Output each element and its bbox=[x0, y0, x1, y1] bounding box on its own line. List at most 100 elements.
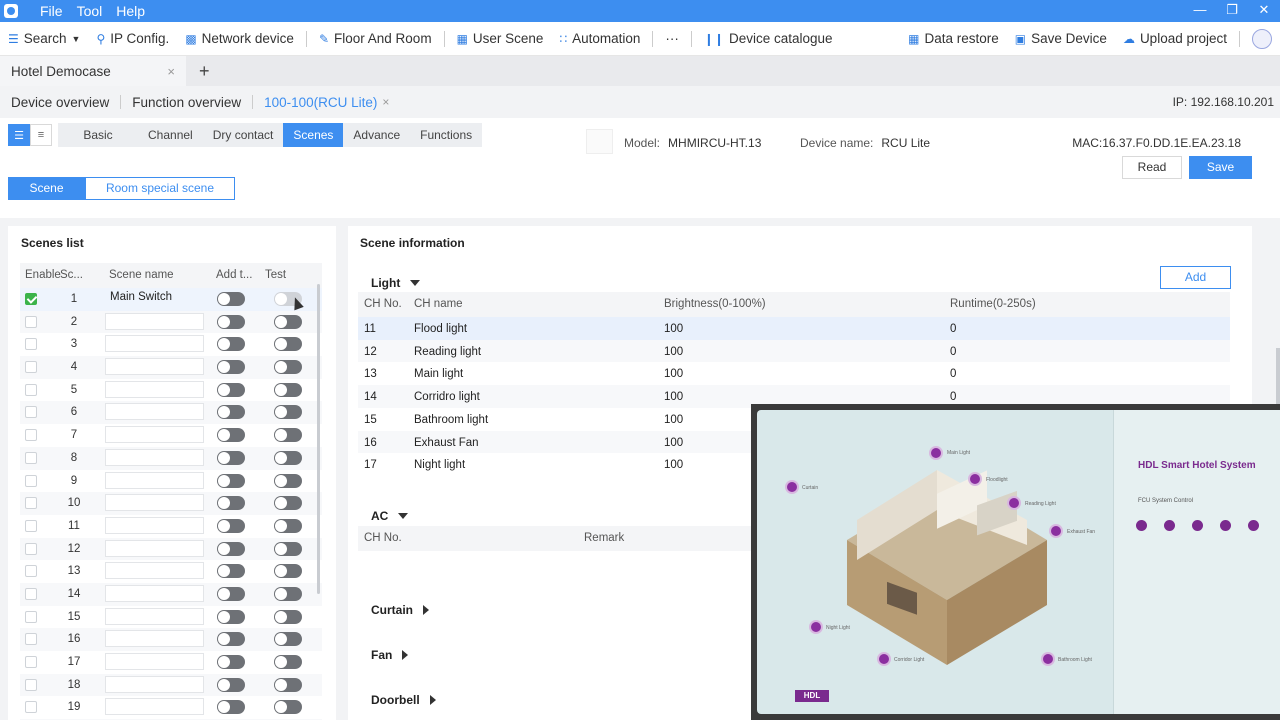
scene-name-input[interactable] bbox=[105, 539, 204, 557]
scene-name-input[interactable]: Main Switch bbox=[105, 290, 204, 307]
enable-checkbox[interactable] bbox=[25, 610, 37, 623]
maximize-icon[interactable]: ❐ bbox=[1216, 0, 1248, 22]
add-to-toggle[interactable] bbox=[217, 405, 245, 420]
room-special-scene-option[interactable]: Room special scene bbox=[85, 177, 235, 200]
test-toggle[interactable] bbox=[274, 677, 302, 692]
light-runtime[interactable]: 0 bbox=[950, 391, 956, 403]
light-row[interactable]: 11 Flood light 100 0 bbox=[358, 317, 1230, 340]
scene-name-input[interactable] bbox=[105, 607, 204, 625]
enable-checkbox[interactable] bbox=[25, 565, 37, 578]
minimize-icon[interactable]: — bbox=[1184, 0, 1216, 22]
tab-functions[interactable]: Functions bbox=[410, 123, 482, 147]
scene-option[interactable]: Scene bbox=[8, 177, 85, 200]
scene-name-input[interactable] bbox=[105, 312, 204, 330]
scene-name-input[interactable] bbox=[105, 358, 204, 376]
add-to-toggle[interactable] bbox=[217, 564, 245, 579]
light-brightness[interactable]: 100 bbox=[664, 437, 683, 449]
add-to-toggle[interactable] bbox=[217, 382, 245, 397]
test-toggle[interactable] bbox=[274, 382, 302, 397]
add-to-toggle[interactable] bbox=[217, 450, 245, 465]
save-button[interactable]: Save bbox=[1189, 156, 1252, 179]
scene-row[interactable]: 11 bbox=[20, 515, 322, 538]
scene-row[interactable]: 9 bbox=[20, 470, 322, 493]
close-window-icon[interactable]: ✕ bbox=[1248, 0, 1280, 22]
light-brightness[interactable]: 100 bbox=[664, 459, 683, 471]
tab-dry-contact[interactable]: Dry contact bbox=[203, 123, 284, 147]
add-to-toggle[interactable] bbox=[217, 541, 245, 556]
add-to-toggle[interactable] bbox=[217, 632, 245, 647]
scene-row[interactable]: 10 bbox=[20, 492, 322, 515]
add-to-toggle[interactable] bbox=[217, 292, 245, 306]
enable-checkbox[interactable] bbox=[25, 315, 37, 328]
scene-name-input[interactable] bbox=[105, 630, 204, 648]
data-restore-button[interactable]: ▦ Data restore bbox=[900, 22, 1007, 56]
list-view-icon[interactable]: ☰ bbox=[8, 124, 30, 146]
scene-row[interactable]: 6 bbox=[20, 401, 322, 425]
scene-row[interactable]: 12 bbox=[20, 537, 322, 561]
menu-file[interactable]: File bbox=[40, 3, 63, 19]
scene-name-input[interactable] bbox=[105, 335, 204, 353]
scene-row[interactable]: 1 Main Switch bbox=[20, 288, 322, 311]
scene-name-input[interactable] bbox=[105, 426, 204, 444]
scene-row[interactable]: 3 bbox=[20, 333, 322, 356]
tab-advance[interactable]: Advance bbox=[343, 123, 410, 147]
tab-hotel-democase[interactable]: Hotel Democase × bbox=[0, 56, 186, 86]
save-device-button[interactable]: ▣ Save Device bbox=[1007, 22, 1115, 56]
enable-checkbox[interactable] bbox=[25, 519, 37, 532]
light-runtime[interactable]: 0 bbox=[950, 346, 956, 358]
scene-name-input[interactable] bbox=[105, 494, 204, 512]
add-to-toggle[interactable] bbox=[217, 314, 245, 329]
device-catalogue-button[interactable]: ❙❙ Device catalogue bbox=[696, 22, 841, 56]
floor-room-button[interactable]: ✎ Floor And Room bbox=[311, 22, 440, 56]
add-to-toggle[interactable] bbox=[217, 609, 245, 624]
scene-name-input[interactable] bbox=[105, 675, 204, 693]
scene-name-input[interactable] bbox=[105, 380, 204, 398]
detail-view-icon[interactable]: ≡ bbox=[30, 124, 52, 146]
light-runtime[interactable]: 0 bbox=[950, 323, 956, 335]
scene-name-input[interactable] bbox=[105, 698, 204, 716]
add-to-toggle[interactable] bbox=[217, 360, 245, 375]
enable-checkbox[interactable] bbox=[25, 656, 37, 668]
search-button[interactable]: ☰ Search ▼ bbox=[0, 22, 88, 56]
fan-group-toggle[interactable]: Fan bbox=[371, 648, 409, 662]
add-to-toggle[interactable] bbox=[217, 586, 245, 601]
test-toggle[interactable] bbox=[274, 655, 302, 669]
network-device-button[interactable]: ▩ Network device bbox=[177, 22, 302, 56]
menu-tool[interactable]: Tool bbox=[77, 3, 103, 19]
add-to-toggle[interactable] bbox=[217, 700, 245, 715]
read-button[interactable]: Read bbox=[1122, 156, 1182, 179]
test-toggle[interactable] bbox=[274, 496, 302, 511]
test-toggle[interactable] bbox=[274, 450, 302, 465]
test-toggle[interactable] bbox=[274, 314, 302, 329]
add-to-toggle[interactable] bbox=[217, 496, 245, 511]
light-brightness[interactable]: 100 bbox=[664, 323, 683, 335]
light-brightness[interactable]: 100 bbox=[664, 414, 683, 426]
add-to-toggle[interactable] bbox=[217, 428, 245, 443]
test-toggle[interactable] bbox=[274, 541, 302, 556]
enable-checkbox[interactable] bbox=[25, 474, 37, 487]
scene-row[interactable]: 4 bbox=[20, 356, 322, 379]
test-toggle[interactable] bbox=[274, 428, 302, 443]
enable-checkbox[interactable] bbox=[25, 701, 37, 714]
enable-checkbox[interactable] bbox=[25, 406, 37, 419]
scene-row[interactable]: 15 bbox=[20, 606, 322, 629]
enable-checkbox[interactable] bbox=[25, 361, 37, 374]
close-tab-icon[interactable]: × bbox=[167, 64, 175, 79]
light-brightness[interactable]: 100 bbox=[664, 346, 683, 358]
automation-button[interactable]: ∷ Automation bbox=[551, 22, 648, 56]
add-tab-button[interactable]: + bbox=[199, 61, 210, 82]
test-toggle[interactable] bbox=[274, 405, 302, 420]
ac-group-toggle[interactable]: AC bbox=[371, 509, 409, 523]
light-group-toggle[interactable]: Light bbox=[371, 276, 421, 290]
light-runtime[interactable]: 0 bbox=[950, 368, 956, 380]
scene-name-input[interactable] bbox=[105, 403, 204, 421]
scene-row[interactable]: 19 bbox=[20, 696, 322, 719]
light-row[interactable]: 12 Reading light 100 0 bbox=[358, 339, 1230, 363]
test-toggle[interactable] bbox=[274, 586, 302, 601]
light-brightness[interactable]: 100 bbox=[664, 391, 683, 403]
add-light-button[interactable]: Add bbox=[1160, 266, 1231, 289]
scene-name-input[interactable] bbox=[105, 653, 204, 670]
enable-checkbox[interactable] bbox=[25, 451, 37, 464]
enable-checkbox[interactable] bbox=[25, 587, 37, 600]
test-toggle[interactable] bbox=[274, 564, 302, 579]
